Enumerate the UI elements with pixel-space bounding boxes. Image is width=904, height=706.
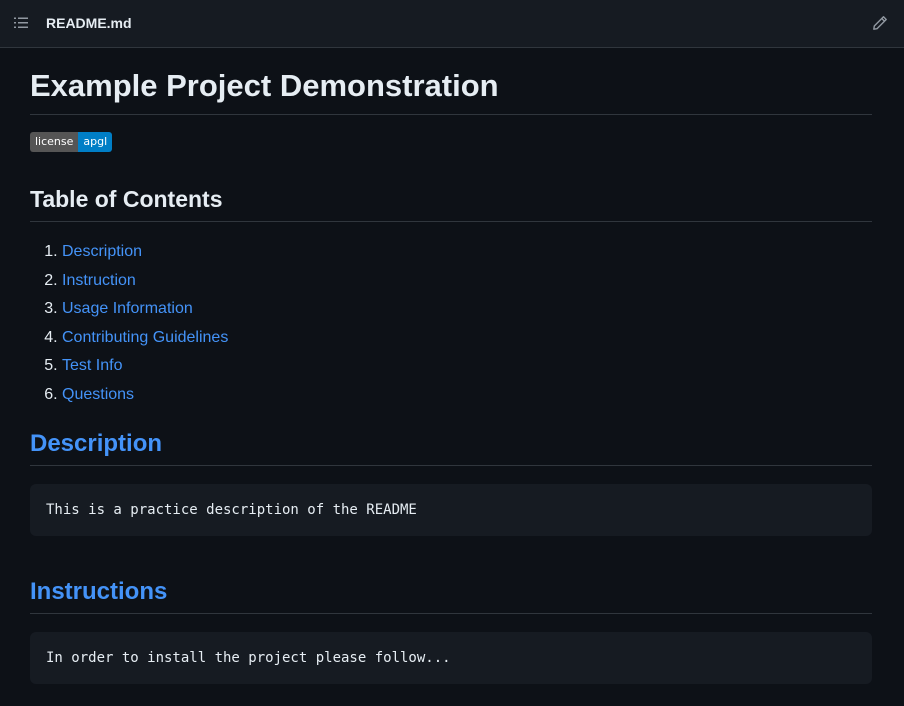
toc-heading: Table of Contents bbox=[30, 184, 872, 222]
list-unordered-icon[interactable] bbox=[12, 14, 30, 32]
toc-list: Description Instruction Usage Informatio… bbox=[30, 238, 228, 409]
instructions-heading[interactable]: Instructions bbox=[30, 576, 872, 614]
toc-link-questions[interactable]: Questions bbox=[62, 386, 134, 403]
badge-value: apgl bbox=[78, 132, 113, 152]
toc-item: Test Info bbox=[62, 352, 228, 381]
toc-item: Questions bbox=[62, 381, 228, 410]
toc-item: Usage Information bbox=[62, 295, 228, 324]
description-heading[interactable]: Description bbox=[30, 428, 872, 466]
page-title: Example Project Demonstration bbox=[30, 67, 872, 115]
toc-item: Instruction bbox=[62, 267, 228, 296]
badge-label: license bbox=[30, 132, 79, 152]
toc-item: Description bbox=[62, 238, 228, 267]
pencil-icon[interactable] bbox=[871, 14, 889, 32]
toc-link-test-info[interactable]: Test Info bbox=[62, 357, 122, 374]
toc-link-description[interactable]: Description bbox=[62, 243, 142, 260]
file-name: README.md bbox=[46, 15, 132, 31]
file-header: README.md bbox=[0, 0, 904, 48]
license-badge[interactable]: license apgl bbox=[30, 132, 113, 152]
toc-link-contributing[interactable]: Contributing Guidelines bbox=[62, 329, 228, 346]
toc-item: Contributing Guidelines bbox=[62, 324, 228, 353]
toc-link-instruction[interactable]: Instruction bbox=[62, 272, 136, 289]
description-code-block: This is a practice description of the RE… bbox=[30, 484, 872, 536]
instructions-code-block: In order to install the project please f… bbox=[30, 632, 872, 684]
toc-link-usage[interactable]: Usage Information bbox=[62, 300, 193, 317]
